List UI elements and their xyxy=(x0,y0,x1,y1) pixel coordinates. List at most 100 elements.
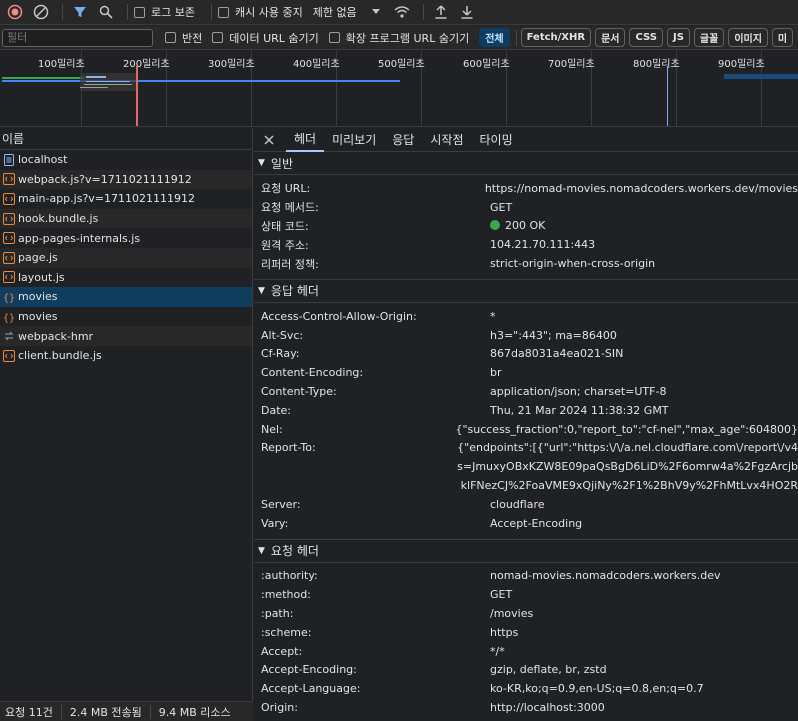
request-row[interactable]: page.js xyxy=(0,247,252,268)
header-key: 원격 주소: xyxy=(261,238,309,252)
clear-icon[interactable] xyxy=(30,1,52,23)
timeline-tick-label: 400밀리초 xyxy=(293,59,340,70)
section-title: 응답 헤더 xyxy=(270,284,319,299)
header-row: Server: cloudflare xyxy=(254,495,798,514)
request-row[interactable]: webpack.js?v=1711021111912 xyxy=(0,169,252,190)
tab-headers[interactable]: 헤더 xyxy=(286,128,325,152)
script-icon xyxy=(3,173,15,186)
section-general-header[interactable]: ▼ 일반 xyxy=(254,152,798,175)
checkbox-box[interactable] xyxy=(165,32,176,43)
checkbox-box[interactable] xyxy=(328,32,340,43)
request-row[interactable]: {} movies xyxy=(0,306,252,327)
header-key: 요청 URL: xyxy=(261,182,311,196)
throttle-select[interactable]: 제한 없음 xyxy=(313,4,381,20)
divider xyxy=(515,29,517,46)
section-request-headers-header[interactable]: ▼ 요청 헤더 xyxy=(254,539,798,563)
filter-type-css[interactable]: CSS xyxy=(629,28,663,47)
timeline-overview[interactable]: 100밀리초 200밀리초 300밀리초 400밀리초 500밀리초 600밀리… xyxy=(0,51,798,127)
header-key: :path: xyxy=(261,607,294,621)
checkbox-box[interactable] xyxy=(134,6,145,18)
header-key: Server: xyxy=(261,497,301,511)
header-row: 리퍼러 정책: strict-origin-when-cross-origin xyxy=(254,254,798,273)
filter-type-media[interactable]: 미 xyxy=(771,28,794,47)
header-key: 요청 메서드: xyxy=(261,201,319,215)
tab-preview[interactable]: 미리보기 xyxy=(324,128,384,152)
tab-timing[interactable]: 타이밍 xyxy=(471,128,520,152)
header-value: GET xyxy=(490,588,513,602)
close-icon[interactable] xyxy=(262,133,276,147)
divider xyxy=(149,704,151,719)
header-key: Nel: xyxy=(261,422,283,436)
header-row: Access-Control-Allow-Origin: * xyxy=(254,307,798,326)
hide-data-urls-checkbox[interactable]: 데이터 URL 숨기기 xyxy=(212,30,319,46)
header-row: 상태 코드: 200 OK xyxy=(254,217,798,236)
checkbox-box[interactable] xyxy=(212,32,224,43)
status-ok-icon xyxy=(490,220,500,231)
hide-extension-urls-checkbox[interactable]: 확장 프로그램 URL 숨기기 xyxy=(328,30,469,46)
fetch-icon: {} xyxy=(3,291,15,303)
request-name: layout.js xyxy=(18,270,65,284)
request-row[interactable]: app-pages-internals.js xyxy=(0,228,252,248)
chevron-down-icon xyxy=(371,6,381,19)
load-event-marker xyxy=(136,66,138,126)
timeline-bar xyxy=(80,87,108,88)
request-name: webpack.js?v=1711021111912 xyxy=(18,172,192,186)
request-row[interactable]: main-app.js?v=1711021111912 xyxy=(0,189,252,209)
transferred-size: 2.4 MB 전송됨 xyxy=(69,705,142,719)
chevron-down-icon: ▼ xyxy=(258,285,265,296)
filter-bar: 반전 데이터 URL 숨기기 확장 프로그램 URL 숨기기 전체 Fetch/… xyxy=(0,26,798,50)
filter-type-fetch-xhr[interactable]: Fetch/XHR xyxy=(520,28,592,47)
section-response-headers-header[interactable]: ▼ 응답 헤더 xyxy=(254,279,798,303)
request-row[interactable]: hook.bundle.js xyxy=(0,208,252,229)
filter-input[interactable] xyxy=(2,28,153,47)
filter-type-font[interactable]: 글꼴 xyxy=(693,28,725,47)
search-icon[interactable] xyxy=(95,1,117,23)
header-value: application/json; charset=UTF-8 xyxy=(490,385,667,399)
timeline-bar xyxy=(2,80,84,82)
record-icon[interactable] xyxy=(4,1,26,23)
disable-cache-checkbox[interactable]: 캐시 사용 중지 xyxy=(217,4,303,20)
script-icon xyxy=(3,212,15,225)
script-icon xyxy=(3,192,15,205)
filter-icon[interactable] xyxy=(69,1,91,23)
header-key: Accept-Encoding: xyxy=(261,663,357,677)
filter-type-all[interactable]: 전체 xyxy=(479,28,510,47)
network-conditions-icon[interactable] xyxy=(391,1,413,23)
header-value: br xyxy=(490,366,502,380)
disable-cache-label: 캐시 사용 중지 xyxy=(234,6,303,19)
script-icon xyxy=(3,349,15,362)
preserve-log-checkbox[interactable]: 로그 보존 xyxy=(134,4,195,20)
timeline-tick-label: 900밀리초 xyxy=(718,59,765,70)
header-row: 원격 주소: 104.21.70.111:443 xyxy=(254,235,798,254)
status-code-value: 200 OK xyxy=(505,219,546,233)
request-row[interactable]: localhost xyxy=(0,150,252,170)
request-row[interactable]: {} movies xyxy=(0,287,252,307)
header-row: Accept-Encoding: gzip, deflate, br, zstd xyxy=(254,661,798,680)
tab-initiator[interactable]: 시작점 xyxy=(422,128,471,152)
invert-checkbox[interactable]: 반전 xyxy=(165,30,202,46)
filter-type-js[interactable]: JS xyxy=(666,28,690,47)
upload-icon[interactable] xyxy=(430,1,452,23)
header-value: http://localhost:3000 xyxy=(490,701,605,715)
header-value: gzip, deflate, br, zstd xyxy=(490,663,607,677)
request-row[interactable]: client.bundle.js xyxy=(0,345,252,366)
header-value: strict-origin-when-cross-origin xyxy=(490,257,656,271)
name-column-header[interactable]: 이름 xyxy=(0,128,252,150)
section-title: 일반 xyxy=(270,156,294,171)
header-row: Origin: http://localhost:3000 xyxy=(254,698,798,717)
header-row: Accept-Language: ko-KR,ko;q=0.9,en-US;q=0… xyxy=(254,679,798,698)
request-detail-panel: 헤더 미리보기 응답 시작점 타이밍 ▼ 일반 요청 URL: https://n… xyxy=(254,128,798,721)
download-icon[interactable] xyxy=(456,1,478,23)
tab-response[interactable]: 응답 xyxy=(384,128,422,152)
header-row: Nel: {"success_fraction":0,"report_to":"c… xyxy=(254,420,798,439)
filter-type-img[interactable]: 이미지 xyxy=(728,28,768,47)
filter-type-doc[interactable]: 문서 xyxy=(595,28,626,47)
header-key: Access-Control-Allow-Origin: xyxy=(261,309,417,323)
header-value: https xyxy=(490,625,519,639)
header-row: Content-Type: application/json; charset=U… xyxy=(254,382,798,401)
request-name: localhost xyxy=(18,153,68,167)
header-value: s=JmuxyOBxKZW8E09paQsBgD6LiD%2F6omrw4a%2… xyxy=(457,460,798,474)
request-row[interactable]: layout.js xyxy=(0,267,252,288)
checkbox-box[interactable] xyxy=(217,6,229,18)
request-row[interactable]: webpack-hmr xyxy=(0,326,252,346)
